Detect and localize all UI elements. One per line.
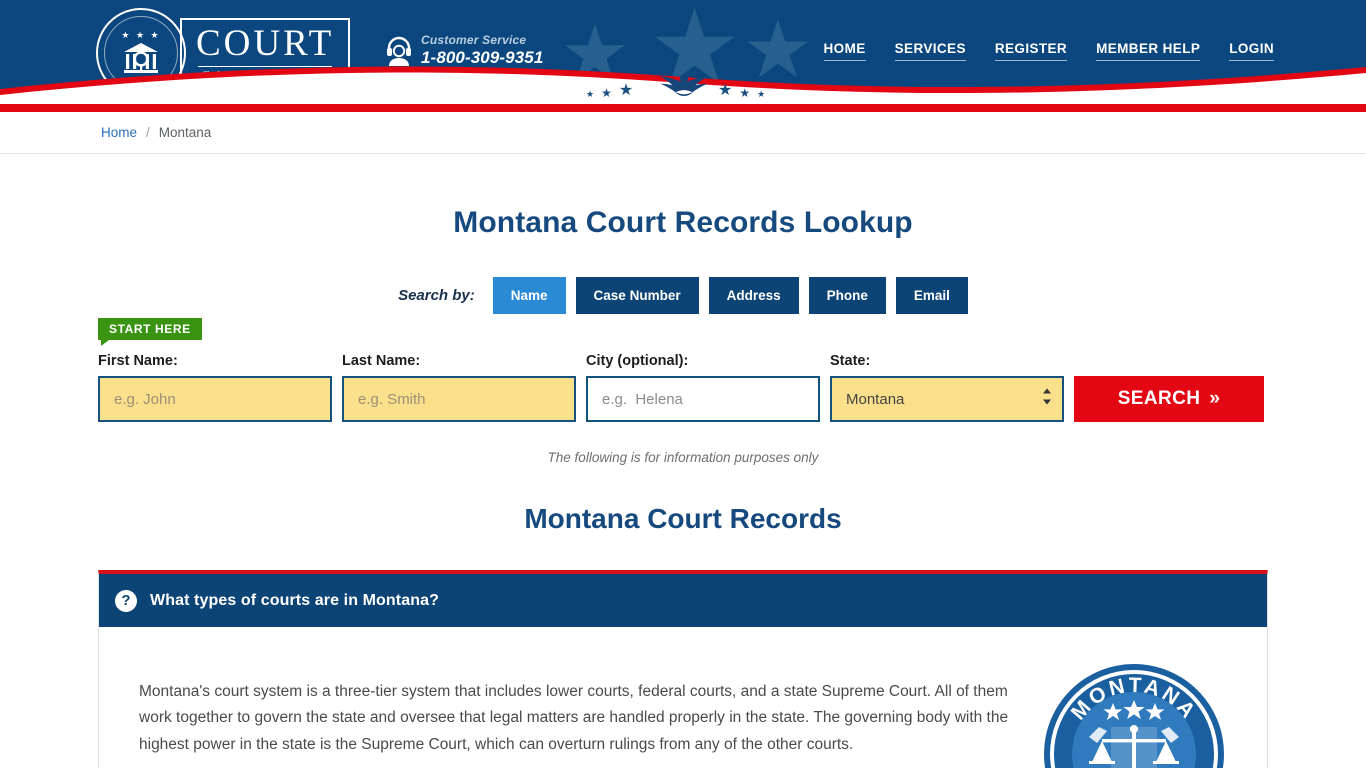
breadcrumb-separator: / — [146, 125, 150, 140]
question-mark-icon: ? — [115, 589, 137, 612]
state-field-group: State: Montana — [830, 353, 1064, 422]
faq-header[interactable]: ? What types of courts are in Montana? — [99, 574, 1267, 627]
main-navigation: HOME SERVICES REGISTER MEMBER HELP LOGIN — [823, 41, 1274, 61]
tab-name[interactable]: Name — [492, 277, 566, 314]
nav-item-member-help[interactable]: MEMBER HELP — [1096, 41, 1201, 61]
nav-item-register[interactable]: REGISTER — [994, 41, 1068, 61]
nav-item-services[interactable]: SERVICES — [894, 41, 966, 61]
disclaimer-text: The following is for information purpose… — [547, 450, 819, 465]
breadcrumb-current: Montana — [158, 125, 212, 140]
search-by-label: Search by: — [398, 287, 475, 304]
search-button[interactable]: SEARCH » — [1074, 376, 1264, 422]
breadcrumb-home-link[interactable]: Home — [101, 125, 137, 140]
last-name-input[interactable] — [342, 376, 576, 422]
site-header: ★ ★ ★ ★ ★ ★ COURT CASE — [0, 0, 1366, 104]
start-here-badge: START HERE — [98, 318, 202, 346]
logo-seal-stars: ★ ★ ★ — [121, 30, 161, 40]
page-title: Montana Court Records Lookup — [453, 206, 913, 239]
tab-address[interactable]: Address — [708, 277, 799, 314]
first-name-input[interactable] — [98, 376, 332, 422]
nav-item-home[interactable]: HOME — [823, 41, 866, 61]
faq-answer: Montana's court system is a three-tier s… — [139, 682, 1009, 753]
first-name-label: First Name: — [98, 353, 178, 369]
breadcrumb: Home / Montana — [0, 112, 1366, 154]
search-button-label: SEARCH — [1117, 388, 1201, 409]
nav-item-login[interactable]: LOGIN — [1229, 41, 1274, 61]
city-label: City (optional): — [586, 353, 689, 369]
header-red-accent-bar — [0, 104, 1366, 112]
montana-state-seal: MONTANA — [1041, 663, 1227, 768]
logo-main-text: COURT — [196, 22, 335, 64]
customer-service-label: Customer Service — [421, 33, 527, 47]
eagle-icon — [659, 75, 709, 96]
main-content: Montana Court Records Lookup Search by: … — [0, 206, 1366, 768]
search-form: START HERE First Name: Last Name: City (… — [98, 314, 1268, 422]
faq-panel: ? What types of courts are in Montana? M… — [98, 570, 1268, 768]
wave-stars-right: ★ ★ ★ — [718, 82, 766, 100]
wave-stars-left: ★ ★ ★ — [586, 82, 634, 100]
city-field-group: City (optional): — [586, 353, 820, 422]
first-name-field-group: First Name: — [98, 353, 332, 422]
tab-case-number[interactable]: Case Number — [575, 277, 699, 314]
faq-body: Montana's court system is a three-tier s… — [99, 627, 1267, 768]
tab-email[interactable]: Email — [895, 277, 968, 314]
double-chevron-right-icon: » — [1209, 388, 1221, 409]
city-input[interactable] — [586, 376, 820, 422]
section-title: Montana Court Records — [524, 503, 842, 534]
tab-phone[interactable]: Phone — [808, 277, 886, 314]
last-name-field-group: Last Name: — [342, 353, 576, 422]
last-name-label: Last Name: — [342, 353, 421, 369]
state-select[interactable]: Montana — [830, 376, 1064, 422]
state-label: State: — [830, 353, 871, 369]
search-by-tabs: Search by: Name Case Number Address Phon… — [0, 277, 1366, 314]
faq-question: What types of courts are in Montana? — [150, 591, 439, 609]
